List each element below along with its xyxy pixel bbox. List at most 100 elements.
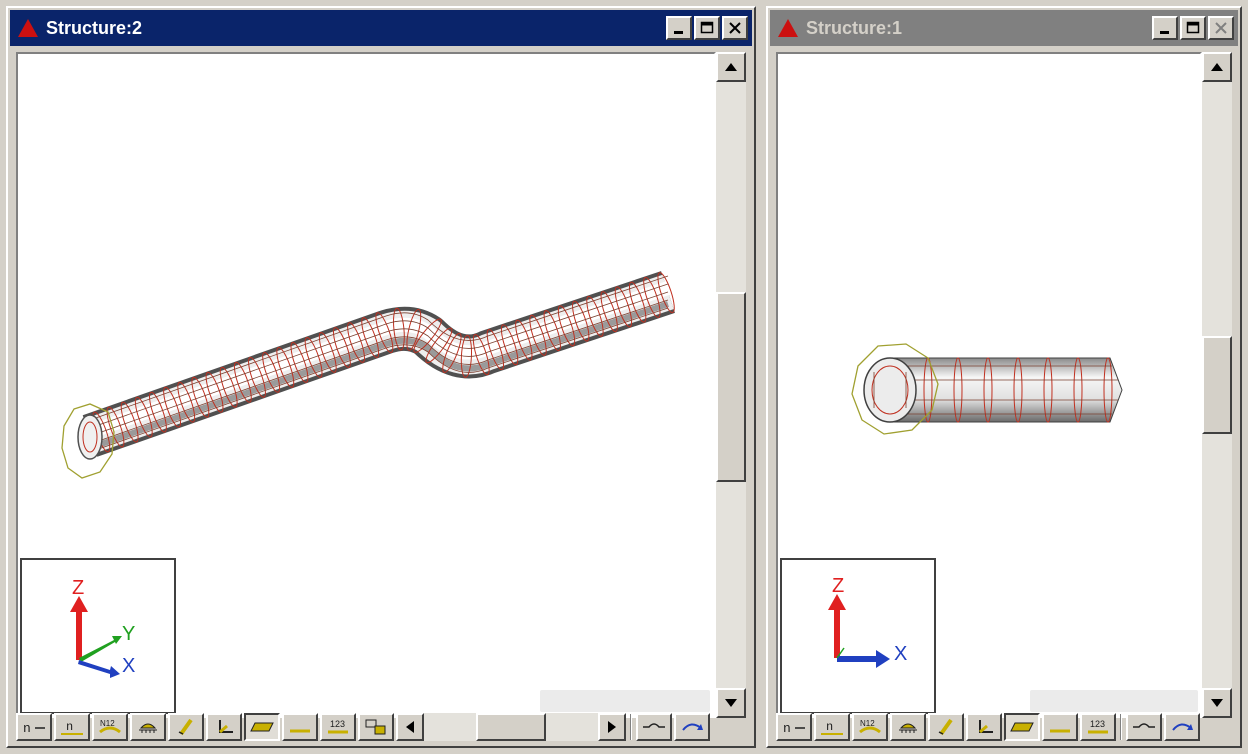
boundary-button[interactable] [928, 713, 964, 741]
triad-z-label: Z [72, 577, 84, 599]
line-button[interactable] [1042, 713, 1078, 741]
wave-icon [1133, 723, 1155, 728]
line-button[interactable] [282, 713, 318, 741]
axis-triad: Z Y X [20, 558, 176, 714]
node-label-button[interactable]: n [814, 713, 850, 741]
surface-shade-button[interactable] [244, 713, 280, 741]
window-title: Structure:1 [806, 17, 903, 38]
app-triangle-icon [18, 19, 38, 37]
node-label-button[interactable]: n [54, 713, 90, 741]
scroll-down-button[interactable] [716, 688, 746, 718]
load-button[interactable] [130, 713, 166, 741]
arrow-left-icon [406, 721, 414, 733]
numbering-button[interactable]: 123 [320, 713, 356, 741]
axis-triad: Z X [780, 558, 936, 714]
triad-z-label: Z [832, 575, 844, 597]
toolbar-separator [630, 714, 632, 740]
rotate-button[interactable] [1164, 713, 1200, 741]
maximize-button[interactable] [694, 16, 720, 40]
close-button[interactable] [722, 16, 748, 40]
scroll-left-button[interactable] [396, 713, 424, 741]
boundary-icon [178, 718, 193, 736]
horizontal-scroll-thumb[interactable] [476, 713, 546, 741]
numbering-123-icon: 123 [328, 719, 348, 734]
scroll-up-button[interactable] [716, 52, 746, 82]
svg-text:n: n [66, 720, 73, 734]
wave-icon [643, 723, 665, 728]
x-axis-arrow [78, 660, 120, 678]
load-button[interactable] [890, 713, 926, 741]
horizontal-scrollbar[interactable] [396, 713, 626, 741]
scroll-thumb[interactable] [1202, 336, 1232, 434]
scroll-up-button[interactable] [1202, 52, 1232, 82]
minimize-button[interactable] [666, 16, 692, 40]
node-number-icon: n [783, 721, 805, 736]
z-axis-arrow [70, 596, 88, 660]
y-axis-arrow [79, 636, 122, 662]
numbering-123-icon: 123 [1088, 719, 1108, 734]
rotate-button[interactable] [674, 713, 710, 741]
minimize-icon [1160, 31, 1169, 34]
coordinate-icon [219, 720, 233, 734]
svg-text:123: 123 [330, 719, 345, 729]
scroll-thumb[interactable] [716, 292, 746, 482]
wave-button[interactable] [636, 713, 672, 741]
arrow-down-icon [725, 699, 737, 707]
node-number-icon: n [23, 721, 45, 736]
numbering-button[interactable]: 123 [1080, 713, 1116, 741]
coordinate-icon [979, 720, 993, 734]
graphics-viewport[interactable]: Z Y X [16, 52, 716, 718]
maximize-button[interactable] [1180, 16, 1206, 40]
status-strip [1030, 690, 1198, 712]
svg-text:n: n [23, 721, 31, 736]
load-icon [899, 723, 917, 733]
surface-shade-icon [1010, 722, 1034, 732]
maximize-icon [1186, 21, 1200, 34]
scroll-right-button[interactable] [598, 713, 626, 741]
element-number-icon: N12 [99, 719, 121, 734]
vertical-scrollbar[interactable] [1202, 52, 1232, 718]
node-number-button[interactable]: n [16, 713, 52, 741]
arrow-down-icon [1211, 699, 1223, 707]
vertical-scrollbar[interactable] [716, 52, 746, 718]
line-icon [290, 729, 310, 733]
rotate-icon [1172, 723, 1193, 731]
coordinate-button[interactable] [966, 713, 1002, 741]
surface-shade-button[interactable] [1004, 713, 1040, 741]
node-label-icon: n [61, 720, 83, 735]
structure-1-titlebar[interactable]: Structure:1 [770, 10, 1238, 46]
arrow-up-icon [1211, 63, 1223, 71]
toolbar-separator [1120, 714, 1122, 740]
structure-2-window: Structure:2 Z Y X n n N12 123 [6, 6, 756, 748]
app-triangle-icon [778, 19, 798, 37]
triad-x-label: X [894, 643, 907, 665]
boundary-button[interactable] [168, 713, 204, 741]
minimize-button[interactable] [1152, 16, 1178, 40]
x-axis-arrow [837, 650, 890, 668]
close-icon [729, 22, 741, 34]
arrow-right-icon [608, 721, 616, 733]
view-toolbar: n n N12 123 [776, 712, 1200, 742]
view-toolbar: n n N12 123 [16, 712, 710, 742]
arrow-up-icon [725, 63, 737, 71]
element-number-button[interactable]: N12 [92, 713, 128, 741]
wave-button[interactable] [1126, 713, 1162, 741]
structure-2-titlebar[interactable]: Structure:2 [10, 10, 752, 46]
element-number-icon: N12 [859, 719, 881, 734]
coordinate-button[interactable] [206, 713, 242, 741]
scroll-down-button[interactable] [1202, 688, 1232, 718]
element-number-button[interactable]: N12 [852, 713, 888, 741]
surface-shade-icon [250, 722, 274, 732]
view-pan-button[interactable] [358, 713, 394, 741]
boundary-icon [938, 718, 953, 736]
svg-text:123: 123 [1090, 719, 1105, 729]
graphics-viewport[interactable]: Z X [776, 52, 1202, 718]
node-label-icon: n [821, 720, 843, 735]
status-strip [540, 690, 710, 712]
node-number-button[interactable]: n [776, 713, 812, 741]
maximize-icon [700, 21, 714, 34]
close-button[interactable] [1208, 16, 1234, 40]
load-icon [139, 723, 157, 733]
triad-y-label: Y [122, 623, 135, 645]
structure-1-window: Structure:1 Z X n n N12 123 [766, 6, 1242, 748]
